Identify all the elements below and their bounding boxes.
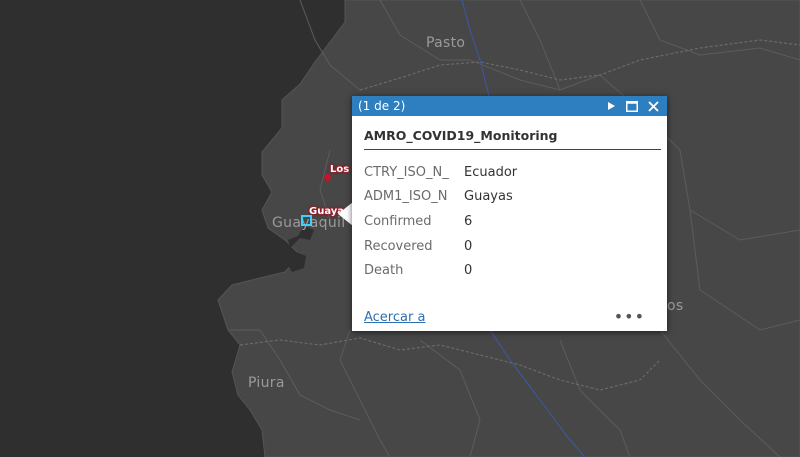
more-options-button[interactable]: •••: [614, 309, 645, 325]
city-label-piura: Piura: [248, 375, 285, 391]
attribute-value: 6: [464, 213, 473, 229]
attribute-row: Death 0: [364, 258, 517, 283]
attribute-row: ADM1_ISO_N Guayas: [364, 185, 517, 210]
attribute-row: Recovered 0: [364, 234, 517, 259]
maximize-button[interactable]: [624, 98, 640, 114]
attribute-table: CTRY_ISO_N_ Ecuador ADM1_ISO_N Guayas Co…: [364, 160, 517, 283]
attribute-row: CTRY_ISO_N_ Ecuador: [364, 160, 517, 185]
zoom-to-link[interactable]: Acercar a: [364, 310, 425, 325]
close-button[interactable]: [645, 98, 661, 114]
feature-marker-los[interactable]: [324, 174, 331, 181]
selected-feature-highlight[interactable]: [301, 215, 312, 226]
city-label-partial: os: [667, 298, 684, 314]
attribute-value: 0: [464, 263, 473, 279]
next-feature-button[interactable]: [603, 98, 619, 114]
feature-popup: (1 de 2) AMRO_COVID19_Monitoring CTRY_IS…: [352, 96, 667, 331]
city-label-pasto: Pasto: [426, 35, 466, 51]
attribute-value: Ecuador: [464, 164, 518, 180]
attribute-key: Recovered: [364, 238, 433, 254]
attribute-value: Guayas: [464, 189, 513, 205]
popup-header: (1 de 2): [352, 96, 667, 116]
attribute-row: Confirmed 6: [364, 209, 517, 234]
maximize-icon: [626, 100, 638, 112]
attribute-key: Death: [364, 263, 404, 279]
next-icon: [608, 102, 615, 110]
close-icon: [647, 100, 659, 112]
attribute-value: 0: [464, 238, 473, 254]
popup-pointer: [338, 202, 353, 226]
popup-counter: (1 de 2): [358, 99, 406, 113]
popup-title: AMRO_COVID19_Monitoring: [364, 128, 661, 150]
attribute-key: CTRY_ISO_N_: [364, 164, 449, 180]
popup-footer: Acercar a •••: [364, 309, 645, 325]
attribute-key: ADM1_ISO_N: [364, 189, 448, 205]
attribute-key: Confirmed: [364, 213, 432, 229]
feature-label-los: Los: [330, 164, 350, 175]
